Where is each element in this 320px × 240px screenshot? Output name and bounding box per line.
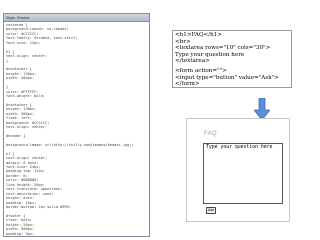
code-line: Type your question here [175, 51, 245, 58]
css-editor-tab-preview[interactable]: Preview [17, 15, 29, 21]
question-textarea[interactable]: Type your question here [203, 143, 283, 204]
code-line: <form action=""> [175, 67, 227, 74]
css-editor-panel: Styles Preview textarea {background-repe… [3, 13, 150, 237]
faq-heading: FAQ [204, 131, 217, 137]
code-line: <input type="button" value="Ask"> [175, 74, 279, 81]
code-line: </textarea> [175, 58, 210, 65]
html-code-box: <h1>FAQ</h1> <br> <textarea rows="10" cols… [172, 30, 292, 88]
code-line: <textarea rows="10" cols="30"> [175, 45, 271, 52]
rendered-preview: FAQ Type your question here Ask [186, 118, 290, 222]
css-code-listing[interactable]: textarea {background-repeat: no-repeat; c… [4, 22, 149, 236]
ask-button[interactable]: Ask [206, 207, 216, 214]
code-line: <h1>FAQ</h1> [175, 32, 222, 38]
css-editor-titlebar: Styles Preview [4, 14, 149, 22]
css-editor-tab-styles[interactable]: Styles [6, 15, 15, 21]
css-code-line: background-image: url(http://chilly.com/… [6, 142, 134, 147]
css-code-line: padding: 3px; [6, 231, 35, 236]
code-line: </form> [175, 81, 200, 88]
code-line: <br> [175, 38, 191, 45]
down-arrow-icon [254, 98, 270, 120]
